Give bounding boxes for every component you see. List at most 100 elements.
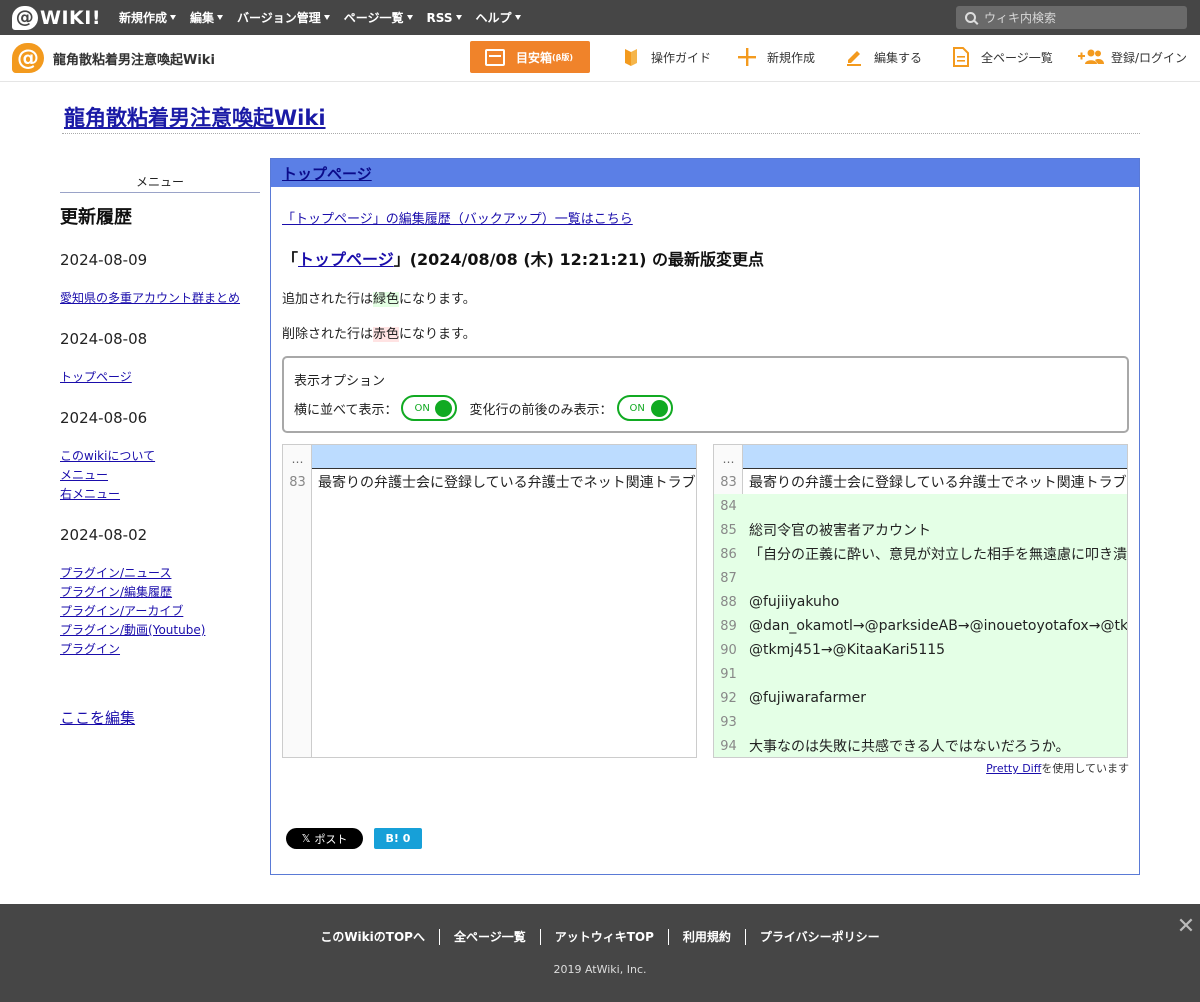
footer-link-privacy[interactable]: プライバシーポリシー <box>744 929 894 945</box>
nav-version[interactable]: バージョン管理 <box>237 9 330 26</box>
title-divider <box>62 133 1140 134</box>
line-number: 83 <box>720 474 737 490</box>
diff-line-inserted: 90 @tkmj451→@KitaaKari5115 <box>714 638 1127 662</box>
diff-pane-old[interactable]: … 83 最寄りの弁護士会に登録している弁護士でネット関連トラブル <box>282 444 697 758</box>
plus-icon <box>737 47 757 67</box>
toggle-knob <box>650 400 668 417</box>
line-text: 総司令官の被害者アカウント <box>749 523 931 539</box>
diff-line-inserted: 89 @dan_okamotl→@parksideAB→@inouetoyotaf… <box>714 614 1127 638</box>
diff-line-inserted: 88 @fujiiyakuho <box>714 590 1127 614</box>
sidebar-link[interactable]: プラグイン/動画(Youtube) <box>60 621 260 640</box>
sidebar-link[interactable]: プラグイン/ニュース <box>60 564 260 583</box>
nav-label: 新規作成 <box>118 11 167 25</box>
pretty-diff-link[interactable]: Pretty Diff <box>986 762 1041 775</box>
footer-link-all-pages[interactable]: 全ページ一覧 <box>438 929 540 945</box>
all-pages-label: 全ページ一覧 <box>981 50 1053 65</box>
toggle-label: ON <box>629 402 645 414</box>
sidebar-link[interactable]: メニュー <box>60 466 260 485</box>
footer-link-atwiki-top[interactable]: アットウィキTOP <box>539 929 668 945</box>
diff-line-inserted: 92 @fujiwarafarmer <box>714 686 1127 710</box>
sidebar-link[interactable]: 右メニュー <box>60 485 260 504</box>
added-note: 追加された行は緑色になります。 <box>282 288 476 307</box>
sidebar-link[interactable]: このwikiについて <box>60 447 260 466</box>
footer-link-top[interactable]: このWikiのTOPへ <box>306 929 439 945</box>
diff-line-inserted: 91 <box>714 662 1127 686</box>
box-icon <box>485 48 505 66</box>
note-text: 追加された行は <box>282 292 374 307</box>
footer-links: このWikiのTOPへ 全ページ一覧 アットウィキTOP 利用規約 プライバシー… <box>0 929 1200 945</box>
line-text: 「自分の正義に酔い、意見が対立した相手を無遠慮に叩き潰 <box>749 547 1127 563</box>
update-date: 2024-08-08 <box>60 330 148 348</box>
nav-edit[interactable]: 編集 <box>190 9 224 26</box>
nav-label: ページ一覧 <box>343 11 404 25</box>
x-post-label: ポスト <box>314 832 348 846</box>
ellipsis: … <box>291 452 304 466</box>
diff-heading-suffix: 」(2024/08/08 (木) 12:21:21) の最新版変更点 <box>393 250 765 269</box>
wiki-logo-icon[interactable]: @ <box>12 43 44 73</box>
nav-help[interactable]: ヘルプ <box>476 9 521 26</box>
line-text: 大事なのは失敗に共感できる人ではないだろうか。 <box>749 739 1070 755</box>
diff-pane-new[interactable]: … 83 最寄りの弁護士会に登録している弁護士でネット関連トラブル 84 85 総司令官… <box>713 444 1128 758</box>
line-number: 88 <box>720 594 737 610</box>
suggestion-box-label: 目安箱 <box>516 50 553 65</box>
line-number: 86 <box>720 546 737 562</box>
nav-new[interactable]: 新規作成 <box>119 9 176 26</box>
sidebar-link[interactable]: プラグイン <box>60 640 260 659</box>
line-text: @tkmj451→@KitaaKari5115 <box>749 642 946 658</box>
search-input[interactable] <box>984 10 1174 25</box>
nav-pages[interactable]: ページ一覧 <box>344 9 413 26</box>
edit-menu-link[interactable]: ここを編集 <box>60 709 260 728</box>
deleted-note: 削除された行は赤色になります。 <box>282 323 476 342</box>
new-page-button[interactable]: 新規作成 <box>737 47 815 67</box>
pretty-diff-credit: Pretty Diffを使用しています <box>986 760 1129 776</box>
dropdown-caret-icon <box>514 15 521 20</box>
hatena-bookmark-button[interactable]: B! 0 <box>374 828 422 849</box>
side-by-side-toggle[interactable]: ON <box>401 395 458 421</box>
wiki-name[interactable]: 龍角散粘着男注意喚起Wiki <box>53 49 215 68</box>
guide-book-icon <box>621 47 641 67</box>
top-nav: 新規作成 編集 バージョン管理 ページ一覧 RSS ヘルプ <box>119 9 535 26</box>
all-pages-button[interactable]: 全ページ一覧 <box>951 47 1053 67</box>
backup-history-link[interactable]: 「トップページ」の編集履歴（バックアップ）一覧はこちら <box>282 208 633 227</box>
atwiki-logo[interactable]: @ WIKI! <box>12 5 101 30</box>
side-by-side-label: 横に並べて表示： <box>294 402 398 418</box>
guide-button[interactable]: 操作ガイド <box>621 47 711 67</box>
options-row: 横に並べて表示： ON 変化行の前後のみ表示： ON <box>294 395 1117 421</box>
sidebar-link[interactable]: 愛知県の多重アカウント群まとめ <box>60 289 260 308</box>
sidebar-link[interactable]: トップページ <box>60 368 260 387</box>
line-number: 85 <box>720 522 737 538</box>
main-header-link[interactable]: トップページ <box>282 163 372 184</box>
line-number: 83 <box>289 474 306 490</box>
nav-rss[interactable]: RSS <box>427 9 462 26</box>
line-text: 最寄りの弁護士会に登録している弁護士でネット関連トラブル <box>749 475 1128 491</box>
line-text: @dan_okamotl→@parksideAB→@inouetoyotafox… <box>749 618 1128 634</box>
line-number: 87 <box>720 570 737 586</box>
line-number: 84 <box>720 498 737 514</box>
sidebar-link[interactable]: プラグイン/編集履歴 <box>60 583 260 602</box>
footer-link-terms[interactable]: 利用規約 <box>667 929 745 945</box>
x-post-button[interactable]: 𝕏 ポスト <box>286 828 363 849</box>
search-icon[interactable] <box>965 12 976 23</box>
diff-page-link[interactable]: トップページ <box>298 250 394 269</box>
page-title-link[interactable]: 龍角散粘着男注意喚起Wiki <box>64 106 326 130</box>
page-title: 龍角散粘着男注意喚起Wiki <box>64 102 326 132</box>
login-button[interactable]: 登録/ログイン <box>1078 47 1187 67</box>
diff-line: 83 最寄りの弁護士会に登録している弁護士でネット関連トラブル <box>283 470 696 494</box>
suggestion-box-button[interactable]: 目安箱 (β版) <box>470 41 590 73</box>
changed-only-toggle[interactable]: ON <box>616 395 673 421</box>
footer: このWikiのTOPへ 全ページ一覧 アットウィキTOP 利用規約 プライバシー… <box>0 904 1200 1002</box>
note-text: になります。 <box>399 292 476 307</box>
top-bar: @ WIKI! 新規作成 編集 バージョン管理 ページ一覧 RSS ヘルプ <box>0 0 1200 35</box>
diff-heading-prefix: 「 <box>282 250 299 269</box>
hatena-label: B! 0 <box>385 832 411 845</box>
note-text: になります。 <box>399 327 476 342</box>
main-content: トップページ 「トップページ」の編集履歴（バックアップ）一覧はこちら 「トップペ… <box>270 158 1140 875</box>
sidebar-link[interactable]: プラグイン/アーカイブ <box>60 602 260 621</box>
pane-header <box>743 445 1127 469</box>
edit-page-button[interactable]: 編集する <box>844 47 922 67</box>
x-logo-icon: 𝕏 <box>301 832 311 845</box>
dropdown-caret-icon <box>406 15 413 20</box>
diff-line-inserted: 93 <box>714 710 1127 734</box>
close-icon[interactable]: ✕ <box>1176 916 1196 938</box>
toggle-knob <box>435 400 453 417</box>
